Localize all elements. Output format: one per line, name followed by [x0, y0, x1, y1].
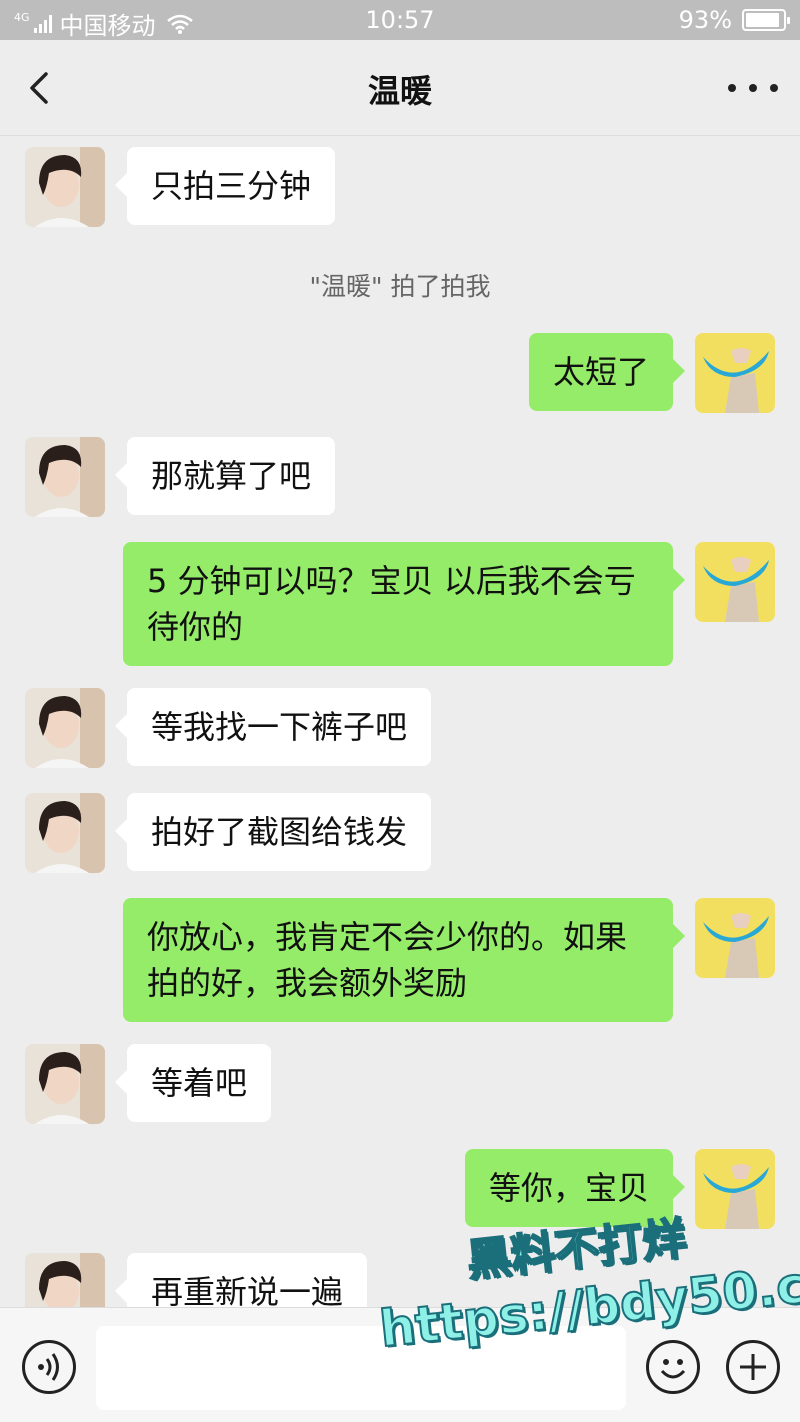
plus-icon[interactable]: [726, 1340, 780, 1394]
status-bar: 4G 中国移动 10:57 93%: [0, 0, 800, 40]
more-icon[interactable]: [728, 70, 778, 106]
message-bubble-incoming[interactable]: 再重新说一遍: [114, 1253, 368, 1307]
contact-avatar[interactable]: [25, 793, 105, 873]
system-notice: "温暖" 拍了拍我: [309, 272, 491, 301]
message-bubble-incoming[interactable]: 只拍三分钟: [114, 147, 336, 225]
message-bubble-incoming[interactable]: 那就算了吧: [114, 437, 336, 515]
chat-title: 温暖: [367, 72, 432, 110]
my-avatar[interactable]: [695, 898, 775, 978]
message-bubble-outgoing[interactable]: 5 分钟可以吗？宝贝 以后我不会亏待你的: [123, 542, 685, 666]
battery-percent: 93%: [678, 6, 732, 34]
voice-icon[interactable]: [22, 1340, 76, 1394]
input-bar: [0, 1307, 800, 1422]
emoji-icon[interactable]: [646, 1340, 700, 1394]
message-bubble-incoming[interactable]: 等我找一下裤子吧: [114, 688, 432, 766]
message-bubble-outgoing[interactable]: 等你，宝贝: [464, 1149, 686, 1227]
battery-fill: [746, 13, 780, 27]
contact-avatar[interactable]: [25, 1044, 105, 1124]
battery-icon: [742, 9, 790, 31]
message-input[interactable]: [96, 1326, 626, 1410]
message-bubble-incoming[interactable]: 等着吧: [114, 1044, 272, 1122]
chat-header: 温暖: [0, 40, 800, 136]
contact-avatar[interactable]: [25, 147, 105, 227]
message-bubble-outgoing[interactable]: 太短了: [528, 333, 686, 411]
message-bubble-outgoing[interactable]: 你放心，我肯定不会少你的。如果拍的好，我会额外奖励: [123, 898, 685, 1022]
my-avatar[interactable]: [695, 1149, 775, 1229]
my-avatar[interactable]: [695, 333, 775, 413]
message-bubble-incoming[interactable]: 拍好了截图给钱发: [114, 793, 432, 871]
contact-avatar[interactable]: [25, 688, 105, 768]
my-avatar[interactable]: [695, 542, 775, 622]
contact-avatar[interactable]: [25, 1253, 105, 1307]
status-right: 93%: [678, 6, 790, 34]
contact-avatar[interactable]: [25, 437, 105, 517]
chat-area[interactable]: 只拍三分钟 "温暖" 拍了拍我 太短了 那就算了吧 5 分钟可以吗？宝贝 以后我…: [0, 137, 800, 1307]
